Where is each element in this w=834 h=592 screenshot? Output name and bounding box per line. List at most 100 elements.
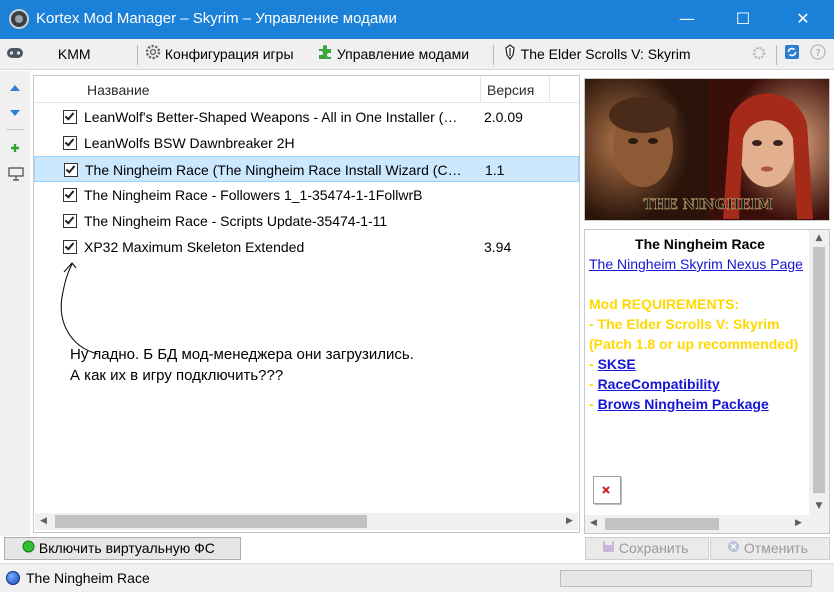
mod-list-header: Название Версия	[34, 76, 579, 103]
description-title: The Ningheim Race	[635, 236, 765, 252]
scroll-thumb[interactable]	[55, 515, 367, 528]
mod-list-hscrollbar[interactable]: ◀ ▶	[35, 513, 578, 530]
cancel-button[interactable]: Отменить	[710, 537, 830, 560]
mod-name: The Ningheim Race (The Ningheim Race Ins…	[85, 162, 462, 178]
mod-row[interactable]: XP32 Maximum Skeleton Extended 3.94	[34, 234, 579, 260]
gear-icon	[145, 40, 161, 71]
mod-enabled-checkbox[interactable]	[63, 188, 77, 202]
mod-version: 1.1	[485, 162, 505, 178]
refresh-button[interactable]	[784, 39, 800, 70]
mod-name: LeanWolfs BSW Dawnbreaker 2H	[84, 135, 295, 151]
mod-version: 3.94	[484, 239, 512, 255]
mod-enabled-checkbox[interactable]	[64, 163, 78, 177]
scroll-up-button[interactable]: ▲	[809, 230, 829, 247]
cancel-label: Отменить	[743, 540, 808, 556]
scroll-left-button[interactable]: ◀	[585, 515, 602, 532]
left-toolbar-separator	[6, 129, 24, 130]
ningheim-preview-art: THE NINGHEIM	[585, 79, 829, 220]
game-config-label: Конфигурация игры	[164, 46, 294, 62]
column-divider[interactable]	[480, 76, 481, 103]
mod-row[interactable]: LeanWolfs BSW Dawnbreaker 2H	[34, 130, 579, 156]
status-text: The Ningheim Race	[26, 570, 150, 586]
mod-row[interactable]: The Ningheim Race - Scripts Update-35474…	[34, 208, 579, 234]
game-config-button[interactable]: Конфигурация игры	[145, 39, 294, 70]
requirement-dash: -	[589, 396, 594, 412]
scroll-left-button[interactable]: ◀	[35, 513, 52, 530]
app-icon[interactable]	[9, 9, 29, 29]
scroll-right-button[interactable]: ▶	[561, 513, 578, 530]
requirement-dash: -	[589, 376, 594, 392]
mod-name: XP32 Maximum Skeleton Extended	[84, 239, 305, 255]
refresh-icon	[784, 40, 800, 71]
enable-vfs-button[interactable]: Включить виртуальную ФС	[4, 537, 241, 560]
mod-row[interactable]: The Ningheim Race (The Ningheim Race Ins…	[34, 156, 579, 182]
mod-management-label: Управление модами	[336, 46, 470, 62]
puzzle-icon	[317, 40, 333, 71]
mod-name: The Ningheim Race - Followers 1_1-35474-…	[84, 187, 423, 203]
gamepad-icon	[6, 40, 24, 71]
description-hscrollbar[interactable]: ◀ ▶	[585, 515, 809, 533]
toolbar-separator	[493, 45, 494, 65]
toolbar: KMM Конфигурация игры Управление модами …	[0, 39, 834, 70]
mod-row[interactable]: LeanWolf's Better-Shaped Weapons - All i…	[34, 104, 579, 130]
left-toolbar	[0, 71, 30, 536]
settings-button[interactable]	[752, 39, 766, 70]
scroll-corner	[809, 515, 829, 533]
save-label: Сохранить	[618, 540, 689, 556]
game-selector-button[interactable]: The Elder Scrolls V: Skyrim	[503, 39, 691, 70]
move-down-button[interactable]	[8, 106, 22, 120]
mod-row[interactable]: The Ningheim Race - Followers 1_1-35474-…	[34, 182, 579, 208]
mod-enabled-checkbox[interactable]	[63, 110, 77, 124]
kmm-label: KMM	[57, 46, 91, 62]
maximize-button[interactable]: ☐	[720, 0, 766, 39]
mod-management-button[interactable]: Управление модами	[317, 39, 469, 70]
close-button[interactable]: ✕	[780, 0, 826, 39]
scroll-right-button[interactable]: ▶	[790, 515, 807, 532]
scroll-down-button[interactable]: ▼	[809, 498, 829, 515]
status-indicator-icon	[6, 571, 20, 585]
toolbar-separator	[776, 45, 777, 65]
checkmark-icon	[64, 110, 75, 121]
column-divider[interactable]	[549, 76, 550, 103]
preview-caption: THE NINGHEIM	[643, 197, 772, 213]
status-bar: The Ningheim Race	[0, 563, 834, 592]
description-vscrollbar[interactable]: ▲ ▼	[809, 230, 829, 515]
status-progress-bar	[560, 570, 812, 587]
save-button[interactable]: Сохранить	[585, 537, 709, 560]
cancel-icon	[727, 538, 740, 559]
mod-list: Название Версия LeanWolf's Better-Shaped…	[33, 75, 580, 533]
column-header-name[interactable]: Название	[87, 76, 150, 103]
add-mod-button[interactable]	[8, 141, 22, 155]
presentation-button[interactable]	[8, 167, 24, 181]
broken-image-icon	[593, 476, 621, 504]
move-up-button[interactable]	[8, 81, 22, 95]
requirement-link-racecompat[interactable]: RaceCompatibility	[598, 376, 720, 392]
svg-text:?: ?	[815, 48, 820, 59]
nexus-page-link[interactable]: The Ningheim Skyrim Nexus Page	[589, 256, 803, 272]
column-header-version[interactable]: Версия	[487, 76, 534, 103]
mod-name: LeanWolf's Better-Shaped Weapons - All i…	[84, 109, 458, 125]
screen-icon	[8, 167, 24, 181]
skyrim-emblem-icon	[503, 40, 517, 71]
mod-preview-image: THE NINGHEIM	[584, 78, 830, 221]
requirement-link-skse[interactable]: SKSE	[598, 356, 636, 372]
requirement-link-brows[interactable]: Brows Ningheim Package	[598, 396, 769, 412]
help-button[interactable]: ?	[810, 39, 826, 70]
scroll-thumb[interactable]	[605, 518, 719, 530]
mod-enabled-checkbox[interactable]	[63, 214, 77, 228]
plus-icon	[11, 144, 19, 152]
scroll-thumb[interactable]	[813, 247, 825, 493]
mod-version: 2.0.09	[484, 109, 523, 125]
annotation-line: А как их в игру подключить???	[70, 367, 284, 384]
annotation-text: Ну ладно. Б БД мод-менеджера они загрузи…	[70, 344, 414, 386]
kmm-menu-button[interactable]: KMM	[6, 39, 91, 70]
toolbar-separator	[137, 45, 138, 65]
mod-enabled-checkbox[interactable]	[63, 136, 77, 150]
checkmark-icon	[64, 136, 75, 147]
checkmark-icon	[65, 163, 76, 174]
window-title: Kortex Mod Manager – Skyrim – Управление…	[36, 10, 397, 27]
checkmark-icon	[64, 240, 75, 251]
minimize-button[interactable]: —	[664, 0, 710, 39]
arrow-up-icon	[10, 85, 20, 91]
help-icon: ?	[810, 40, 826, 71]
